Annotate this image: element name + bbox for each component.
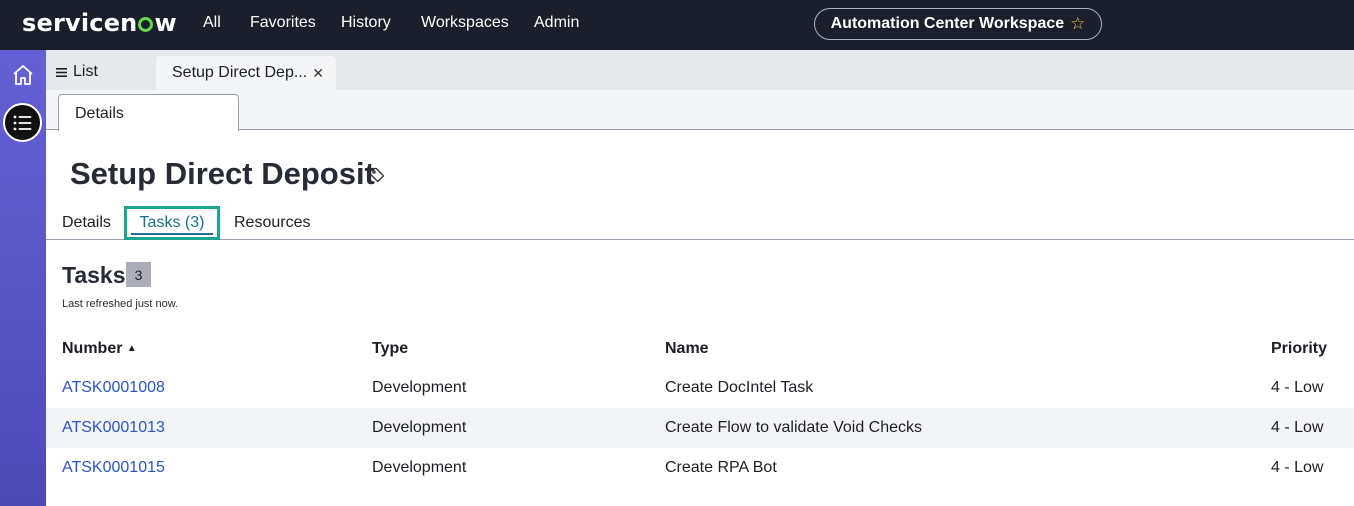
workspace-tab-strip: List Setup Direct Dep... ✕ bbox=[46, 50, 1354, 90]
task-priority: 4 - Low bbox=[1271, 379, 1324, 396]
nav-workspaces[interactable]: Workspaces bbox=[421, 14, 509, 32]
column-header-name[interactable]: Name bbox=[665, 340, 709, 358]
page-title: Setup Direct Deposit bbox=[70, 156, 375, 191]
task-name: Create DocIntel Task bbox=[665, 379, 814, 396]
active-tab-underline bbox=[131, 233, 213, 235]
tab-record-label: Setup Direct Dep... bbox=[172, 64, 308, 81]
column-header-priority[interactable]: Priority bbox=[1271, 340, 1327, 358]
column-header-number[interactable]: Number ▲ bbox=[62, 340, 137, 358]
nav-admin[interactable]: Admin bbox=[534, 14, 579, 32]
column-header-number-label: Number bbox=[62, 340, 123, 357]
task-number-link[interactable]: ATSK0001015 bbox=[62, 459, 165, 477]
tab-resources[interactable]: Resources bbox=[234, 214, 310, 232]
task-number-link[interactable]: ATSK0001013 bbox=[62, 419, 165, 437]
task-priority: 4 - Low bbox=[1271, 459, 1324, 476]
column-header-type[interactable]: Type bbox=[372, 340, 408, 358]
tasks-count-badge: 3 bbox=[126, 262, 151, 287]
task-type: Development bbox=[372, 459, 467, 476]
task-number-link[interactable]: ATSK0001008 bbox=[62, 379, 165, 397]
nav-history[interactable]: History bbox=[341, 14, 391, 32]
nav-all[interactable]: All bbox=[203, 14, 221, 32]
record-tabs: Details Tasks (3) Resources bbox=[46, 204, 1354, 240]
sort-ascending-icon: ▲ bbox=[126, 343, 137, 354]
task-name: Create RPA Bot bbox=[665, 459, 777, 476]
tab-list[interactable]: List bbox=[56, 63, 98, 81]
list-icon bbox=[13, 115, 31, 130]
record-subtab-strip: Details bbox=[46, 90, 1354, 131]
close-icon[interactable]: ✕ bbox=[312, 65, 324, 82]
task-priority: 4 - Low bbox=[1271, 419, 1324, 436]
workspace-selector[interactable]: Automation Center Workspace ☆ bbox=[814, 8, 1102, 40]
left-rail bbox=[0, 50, 46, 506]
workspace-name: Automation Center Workspace bbox=[830, 15, 1065, 32]
tab-list-label: List bbox=[73, 63, 98, 80]
table-row[interactable]: ATSK0001008 Development Create DocIntel … bbox=[46, 368, 1354, 408]
tab-tasks-label: Tasks (3) bbox=[139, 214, 205, 231]
task-name: Create Flow to validate Void Checks bbox=[665, 419, 923, 436]
tab-setup-direct-deposit[interactable]: Setup Direct Dep... ✕ bbox=[156, 56, 336, 90]
last-refreshed-text: Last refreshed just now. bbox=[62, 298, 179, 310]
nav-favorites[interactable]: Favorites bbox=[250, 14, 316, 32]
home-icon[interactable] bbox=[11, 63, 35, 87]
subtab-details[interactable]: Details bbox=[58, 94, 239, 131]
star-icon[interactable]: ☆ bbox=[1070, 14, 1085, 34]
task-type: Development bbox=[372, 379, 467, 396]
tab-tasks[interactable]: Tasks (3) bbox=[124, 206, 220, 240]
top-navigation-bar: servicen w All Favorites History Workspac… bbox=[0, 0, 1354, 50]
servicenow-logo[interactable]: servicen w bbox=[22, 9, 177, 37]
table-row[interactable]: ATSK0001015 Development Create RPA Bot 4… bbox=[46, 448, 1354, 488]
tag-icon[interactable] bbox=[369, 167, 385, 183]
tasks-heading: Tasks bbox=[62, 262, 126, 288]
table-row[interactable]: ATSK0001013 Development Create Flow to v… bbox=[46, 408, 1354, 448]
tab-details[interactable]: Details bbox=[62, 214, 111, 232]
list-nav-button[interactable] bbox=[3, 103, 42, 142]
logo-o-ring bbox=[138, 17, 154, 32]
hamburger-icon bbox=[56, 67, 67, 77]
task-type: Development bbox=[372, 419, 467, 436]
